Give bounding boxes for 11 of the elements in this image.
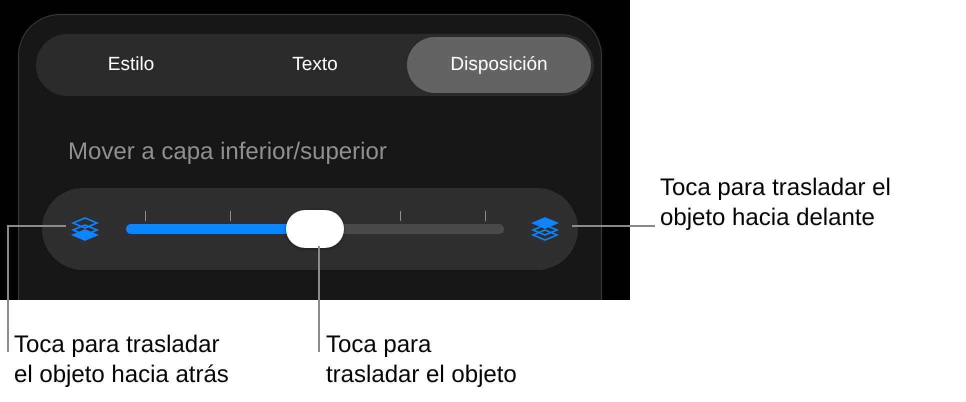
slider-thumb[interactable] xyxy=(286,210,344,248)
tab[interactable]: Estilo xyxy=(39,37,223,93)
tab[interactable]: Texto xyxy=(223,37,407,93)
layer-slider[interactable] xyxy=(126,209,504,249)
section-title: Mover a capa inferior/superior xyxy=(68,138,387,166)
callout-text: Toca para trasladar el objeto hacia atrás xyxy=(14,330,229,390)
layers-icon[interactable] xyxy=(70,214,100,244)
tab[interactable]: Disposición xyxy=(407,37,591,93)
callout-text: Toca para trasladar el objeto hacia delante xyxy=(660,173,891,233)
layers-icon[interactable] xyxy=(530,214,560,244)
callout-text: Toca para trasladar el objeto xyxy=(326,330,517,390)
